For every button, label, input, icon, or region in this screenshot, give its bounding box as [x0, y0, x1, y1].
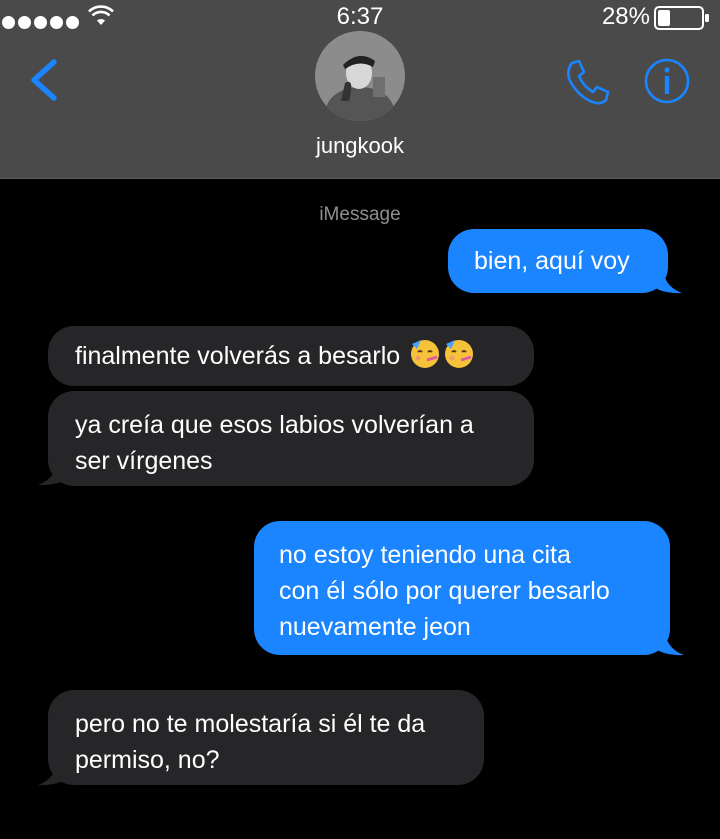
- incoming-message[interactable]: finalmente volverás a besarlo: [48, 326, 534, 386]
- battery-percentage: 28%: [601, 3, 650, 30]
- outgoing-message[interactable]: bien, aquí voy: [448, 229, 668, 293]
- message-text: ser vírgenes: [75, 447, 213, 475]
- back-button[interactable]: [26, 58, 62, 102]
- message-text: pero no te molestaría si él te da: [75, 710, 426, 738]
- partying-face-emoji: [445, 340, 474, 368]
- info-icon[interactable]: [643, 57, 691, 105]
- message-text: permiso, no?: [75, 746, 220, 774]
- message-text: nuevamente jeon: [279, 613, 471, 641]
- contact-name[interactable]: jungkook: [0, 133, 720, 159]
- message-text: finalmente volverás a besarlo: [75, 342, 401, 370]
- messages-screen: 6:37 28% jungkook iMessage bien, aquí vo…: [0, 0, 720, 839]
- incoming-message[interactable]: ya creía que esos labios volverían a ser…: [48, 391, 534, 486]
- battery-icon: [654, 6, 709, 30]
- message-text: con él sólo por querer besarlo: [279, 577, 610, 605]
- status-bar: 6:37 28%: [0, 0, 720, 34]
- partying-face-emoji: [411, 340, 440, 368]
- conversation-header: 6:37 28% jungkook: [0, 0, 720, 179]
- message-text: bien, aquí voy: [474, 247, 630, 275]
- message-text: ya creía que esos labios volverían a: [75, 411, 474, 439]
- message-text: no estoy teniendo una cita: [279, 541, 571, 569]
- service-label: iMessage: [319, 204, 401, 225]
- contact-avatar[interactable]: [315, 31, 405, 121]
- outgoing-message[interactable]: no estoy teniendo una cita con él sólo p…: [254, 521, 670, 655]
- phone-icon[interactable]: [562, 57, 612, 107]
- incoming-message[interactable]: pero no te molestaría si él te da permis…: [48, 690, 484, 785]
